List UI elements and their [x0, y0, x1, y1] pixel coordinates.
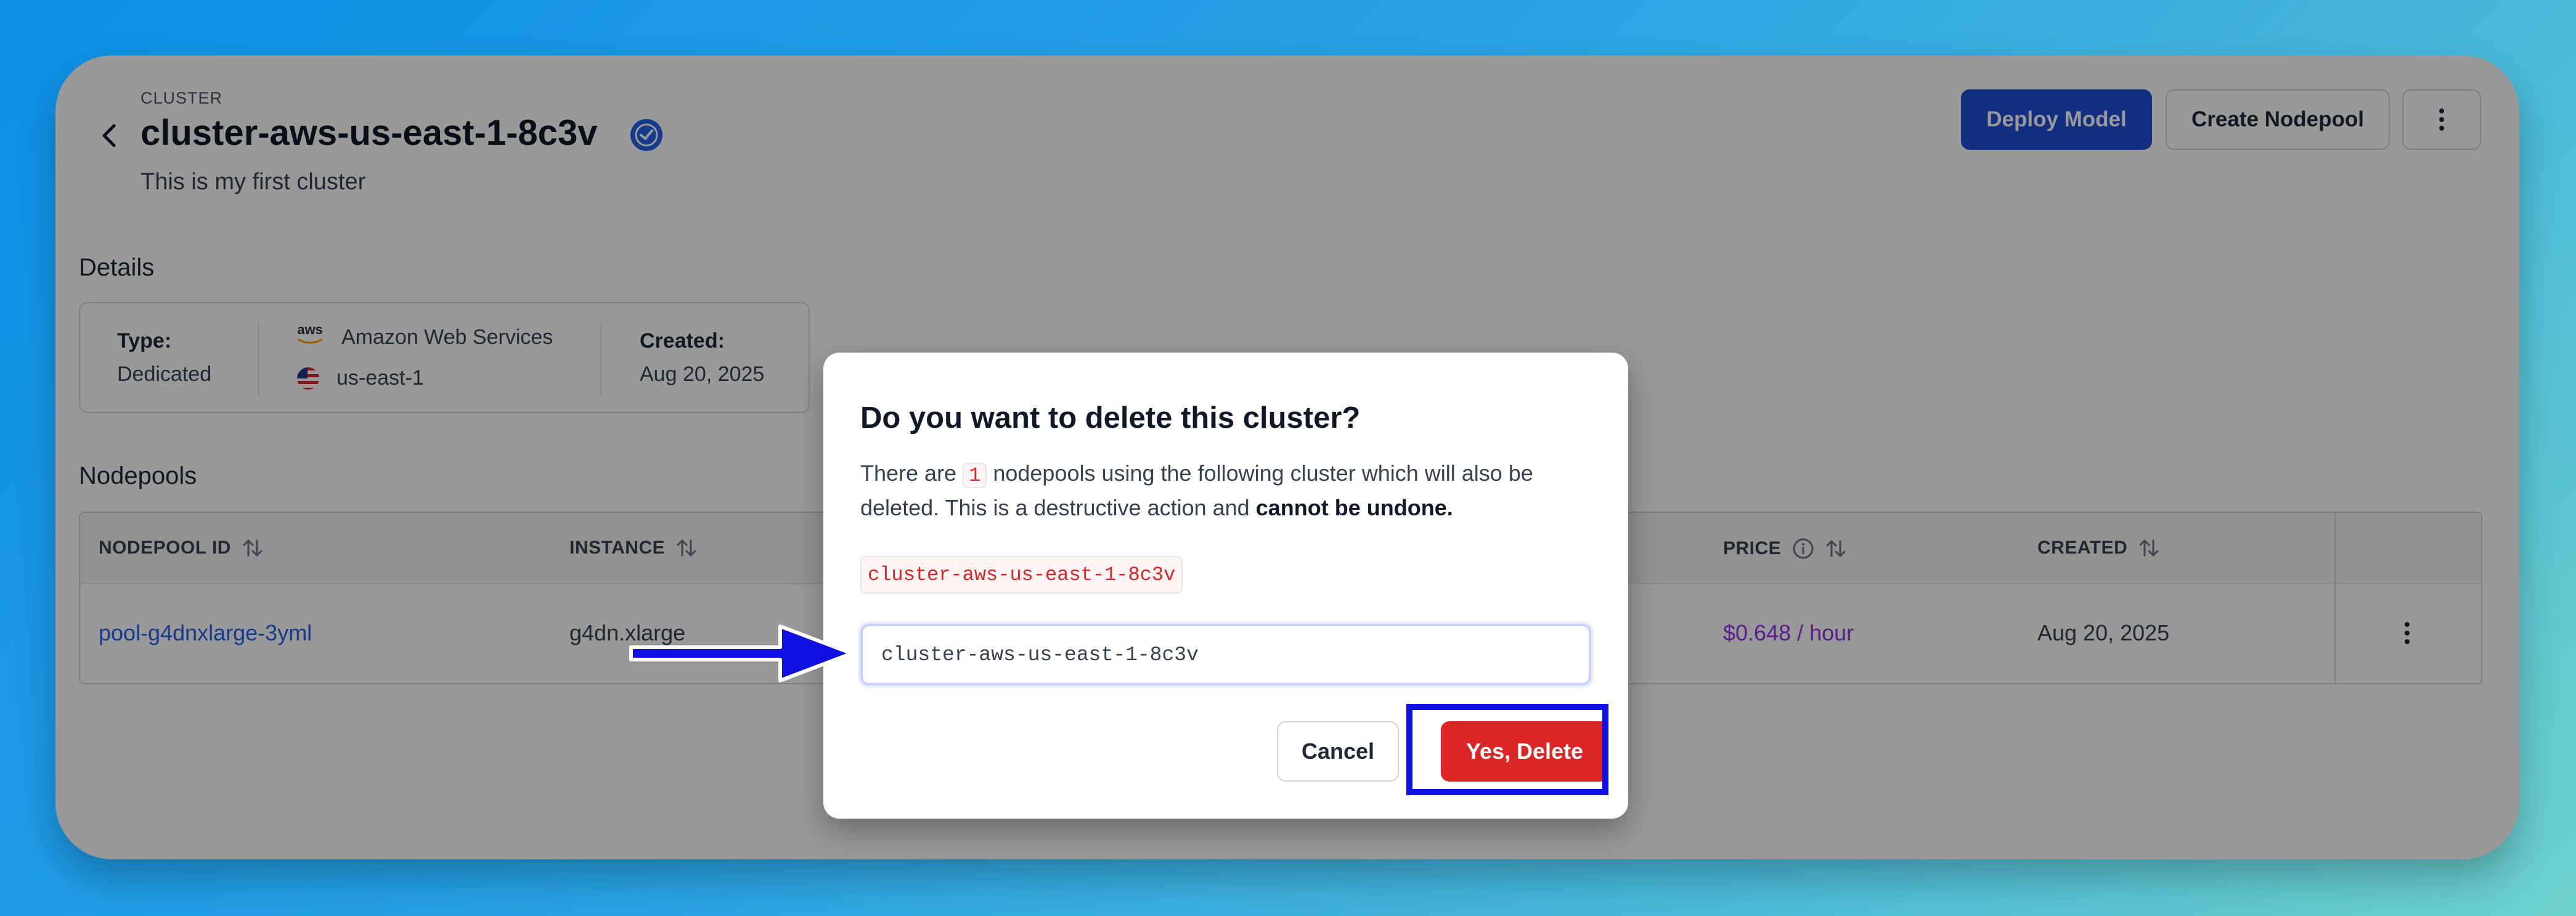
arrow-right-icon [629, 624, 854, 682]
confirm-cluster-name-input[interactable] [860, 624, 1591, 685]
dialog-title: Do you want to delete this cluster? [860, 401, 1361, 435]
highlight-box [1406, 704, 1608, 795]
dialog-message: There are 1 nodepools using the followin… [860, 460, 1533, 520]
cluster-name-code: cluster-aws-us-east-1-8c3v [860, 556, 1183, 594]
cancel-button[interactable]: Cancel [1277, 721, 1399, 782]
nodepool-count: 1 [963, 463, 987, 488]
